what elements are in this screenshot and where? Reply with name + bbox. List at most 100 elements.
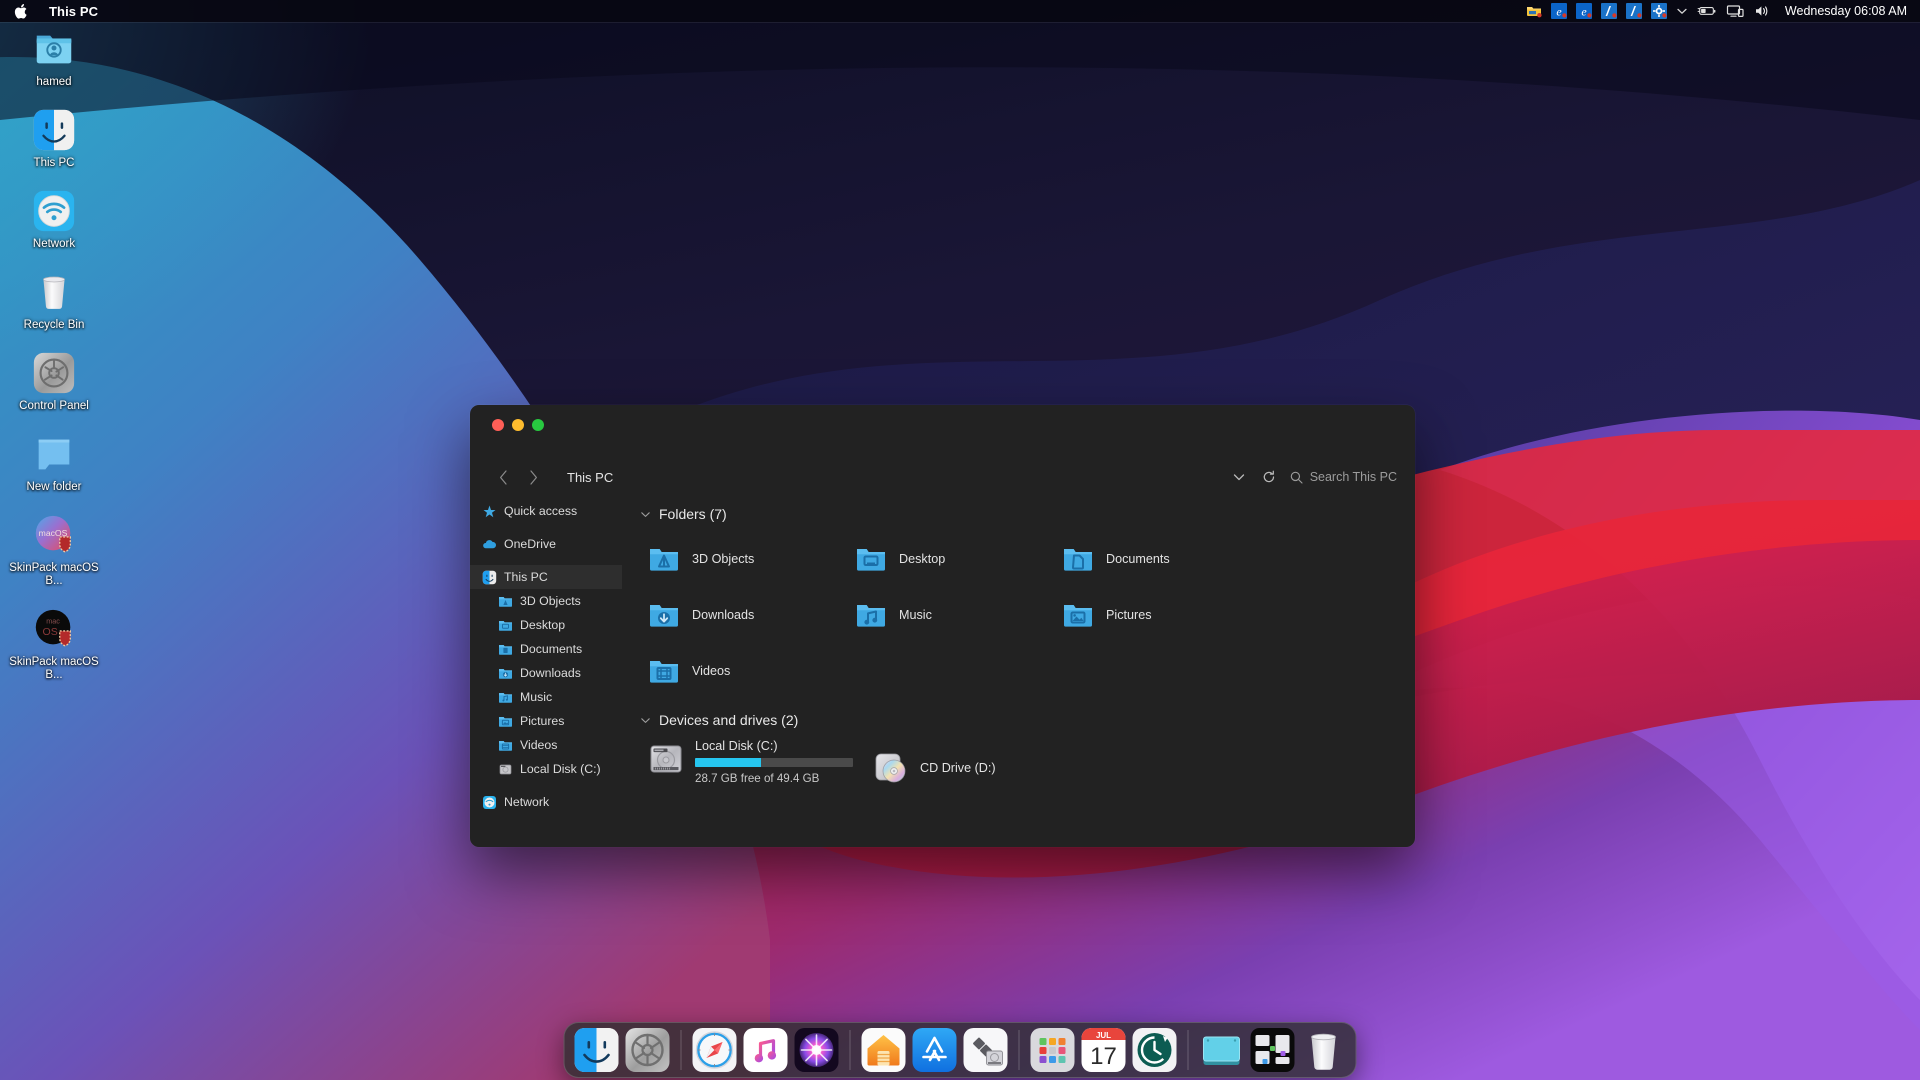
folder-pictures-icon [1062,599,1094,631]
folder-item-downloads[interactable]: Downloads [640,587,847,643]
settings-gear-tray-icon[interactable] [1650,3,1667,19]
drive-item-local-disk-c[interactable]: Local Disk (C:) 28.7 GB free of 49.4 GB [640,737,865,785]
cloud-icon [482,537,497,552]
dock-separator-4 [1187,1030,1189,1070]
dock-item-trash[interactable] [1301,1027,1347,1073]
group-header-devices[interactable]: Devices and drives (2) [640,707,1415,733]
desktop-icon-hamed[interactable]: hamed [6,26,102,89]
svg-text:OS: OS [43,626,58,638]
sidebar-item-label: This PC [504,570,548,584]
svg-text:e: e [1556,5,1562,19]
menu-bar: This PC e e Wednesday 06:08 AM [0,0,1920,22]
search-input[interactable]: Search This PC [1290,470,1397,484]
folder-pictures-icon [498,714,513,729]
sidebar-item-documents[interactable]: Documents [470,637,622,661]
sidebar-item-this-pc[interactable]: This PC [470,565,622,589]
dock-item-app-store[interactable] [912,1027,958,1073]
sidebar-item-downloads[interactable]: Downloads [470,661,622,685]
internet-explorer-tray-icon[interactable]: e [1575,3,1592,19]
folder-documents-icon [1062,543,1094,575]
folder-item-videos[interactable]: Videos [640,643,847,699]
folder-documents-icon [498,642,513,657]
user-folder-icon [31,26,77,72]
desktop-icon-skinpack-2[interactable]: mac OS SkinPack macOS B... [6,606,102,682]
menu-bar-clock[interactable]: Wednesday 06:08 AM [1785,4,1907,18]
folder-item-music[interactable]: Music [847,587,1054,643]
sidebar-item-music[interactable]: Music [470,685,622,709]
sidebar-item-local-disk-c[interactable]: Local Disk (C:) [470,757,622,781]
dock-item-music[interactable] [743,1027,789,1073]
dock-item-siri[interactable] [794,1027,840,1073]
drives-grid: Local Disk (C:) 28.7 GB free of 49.4 GB [640,737,1415,786]
sidebar-item-quick-access[interactable]: Quick access [470,499,622,523]
battery-icon[interactable] [1697,3,1717,19]
chevron-down-icon[interactable] [1224,465,1254,489]
sidebar-item-network[interactable]: Network [470,790,622,814]
desktop-icon-label: Recycle Bin [23,319,85,331]
calendar-month-label: JUL [1096,1031,1111,1040]
svg-text:e: e [1581,5,1587,19]
close-button[interactable] [492,419,504,431]
chevron-down-icon[interactable] [1676,5,1688,17]
sidebar-item-label: Pictures [520,714,565,728]
sidebar-item-label: OneDrive [504,537,556,551]
dock-item-home[interactable] [861,1027,907,1073]
blue-app-tray-icon-1[interactable] [1600,3,1617,19]
display-icon[interactable] [1726,3,1744,19]
sidebar-item-label: Desktop [520,618,566,632]
group-header-folders[interactable]: Folders (7) [640,501,1415,527]
chevron-down-icon[interactable] [640,715,651,726]
folder-item-pictures[interactable]: Pictures [1054,587,1261,643]
folder-item-3d-objects[interactable]: 3D Objects [640,531,847,587]
sidebar-item-label: Network [504,795,550,809]
dock-item-disk-utility[interactable] [963,1027,1009,1073]
dock-item-calendar[interactable]: JUL 17 [1081,1027,1127,1073]
window-titlebar [470,405,1415,459]
desktop-icon-control-panel[interactable]: Control Panel [6,350,102,413]
apple-logo-icon[interactable] [14,3,29,20]
dock-item-finder[interactable] [574,1027,620,1073]
folder-3d-icon [648,543,680,575]
desktop-icon-recycle-bin[interactable]: Recycle Bin [6,269,102,332]
maximize-button[interactable] [532,419,544,431]
sidebar-item-desktop[interactable]: Desktop [470,613,622,637]
sidebar-item-onedrive[interactable]: OneDrive [470,532,622,556]
dock-item-safari[interactable] [692,1027,738,1073]
drive-item-cd-drive-d[interactable]: CD Drive (D:) [865,750,1090,786]
folder-item-documents[interactable]: Documents [1054,531,1261,587]
breadcrumb[interactable]: This PC [567,470,613,485]
dock-item-system-preferences[interactable] [625,1027,671,1073]
folder-item-desktop[interactable]: Desktop [847,531,1054,587]
edge-browser-tray-icon[interactable]: e [1550,3,1567,19]
window-traffic-lights [492,419,544,431]
sidebar-item-label: Documents [520,642,583,656]
chevron-down-icon[interactable] [640,509,651,520]
dock-item-mission-control[interactable] [1250,1027,1296,1073]
folder-item-label: Music [899,608,932,622]
dock-item-downloads-stack[interactable] [1199,1027,1245,1073]
desktop-icon-skinpack-1[interactable]: macOS SkinPack macOS B... [6,512,102,588]
svg-text:mac: mac [46,617,60,625]
desktop-icon-label: New folder [26,481,82,493]
desktop-icon-new-folder[interactable]: New folder [6,431,102,494]
sidebar-item-3d-objects[interactable]: 3D Objects [470,589,622,613]
file-explorer-tray-icon[interactable] [1526,3,1542,19]
folder-music-icon [855,599,887,631]
desktop-icon-this-pc[interactable]: This PC [6,107,102,170]
volume-icon[interactable] [1753,3,1771,19]
back-button[interactable] [492,465,514,489]
dock-item-time-machine[interactable] [1132,1027,1178,1073]
refresh-icon[interactable] [1254,465,1284,489]
dock-item-launchpad[interactable] [1030,1027,1076,1073]
sidebar-item-pictures[interactable]: Pictures [470,709,622,733]
minimize-button[interactable] [512,419,524,431]
sidebar-item-videos[interactable]: Videos [470,733,622,757]
desktop-icon-network[interactable]: Network [6,188,102,251]
desktop-icon-label: SkinPack macOS B... [9,656,99,681]
folder-desktop-icon [498,618,513,633]
folders-grid: 3D Objects Desktop Documents Downloads M… [640,531,1415,699]
group-header-label: Folders (7) [659,506,727,522]
forward-button[interactable] [522,465,544,489]
dock-separator-2 [849,1030,851,1070]
blue-app-tray-icon-2[interactable] [1625,3,1642,19]
